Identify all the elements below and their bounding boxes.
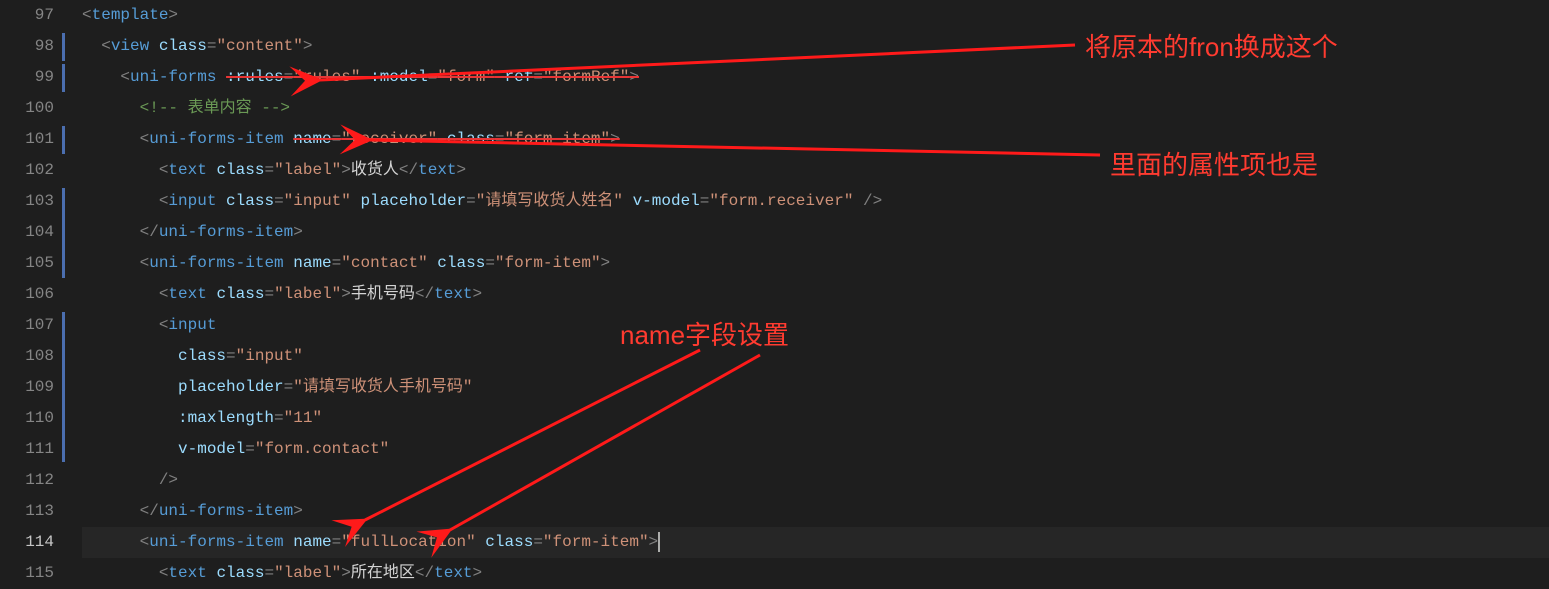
code-line[interactable]: />	[82, 465, 1549, 496]
line-number-gutter: 9798991001011021031041051061071081091101…	[0, 0, 62, 589]
line-number: 109	[0, 372, 54, 403]
line-number: 113	[0, 496, 54, 527]
code-line[interactable]: </uni-forms-item>	[82, 496, 1549, 527]
line-number: 114	[0, 527, 54, 558]
code-line[interactable]: <uni-forms-item name="contact" class="fo…	[82, 248, 1549, 279]
code-line[interactable]: <template>	[82, 0, 1549, 31]
code-line[interactable]: <text class="label">手机号码</text>	[82, 279, 1549, 310]
code-line[interactable]: :maxlength="11"	[82, 403, 1549, 434]
line-number: 102	[0, 155, 54, 186]
line-number: 106	[0, 279, 54, 310]
line-number: 98	[0, 31, 54, 62]
code-line[interactable]: <input	[82, 310, 1549, 341]
line-number: 110	[0, 403, 54, 434]
code-line[interactable]: <uni-forms-item name="receiver" class="f…	[82, 124, 1549, 155]
line-number: 107	[0, 310, 54, 341]
line-number: 101	[0, 124, 54, 155]
line-number: 100	[0, 93, 54, 124]
line-number: 112	[0, 465, 54, 496]
line-number: 99	[0, 62, 54, 93]
line-number: 105	[0, 248, 54, 279]
line-number: 115	[0, 558, 54, 589]
line-number: 111	[0, 434, 54, 465]
code-line[interactable]: <!-- 表单内容 -->	[82, 93, 1549, 124]
line-number: 104	[0, 217, 54, 248]
code-line[interactable]: <input class="input" placeholder="请填写收货人…	[82, 186, 1549, 217]
code-line[interactable]: v-model="form.contact"	[82, 434, 1549, 465]
code-editor[interactable]: 9798991001011021031041051061071081091101…	[0, 0, 1549, 589]
line-number: 103	[0, 186, 54, 217]
line-number: 97	[0, 0, 54, 31]
code-line[interactable]: <text class="label">收货人</text>	[82, 155, 1549, 186]
code-line[interactable]: </uni-forms-item>	[82, 217, 1549, 248]
code-line[interactable]: class="input"	[82, 341, 1549, 372]
code-line[interactable]: <view class="content">	[82, 31, 1549, 62]
code-area[interactable]: <template> <view class="content"> <uni-f…	[68, 0, 1549, 589]
line-number: 108	[0, 341, 54, 372]
code-line[interactable]: <uni-forms-item name="fullLocation" clas…	[82, 527, 1549, 558]
code-line[interactable]: <uni-forms :rules="rules" :model="form" …	[82, 62, 1549, 93]
code-line[interactable]: placeholder="请填写收货人手机号码"	[82, 372, 1549, 403]
code-line[interactable]: <text class="label">所在地区</text>	[82, 558, 1549, 589]
